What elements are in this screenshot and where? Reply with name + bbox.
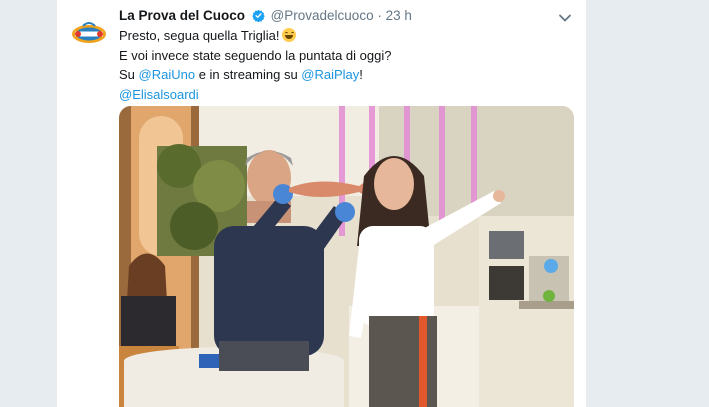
tweet-line-1-text: Presto, segua quella Triglia! [119, 28, 280, 43]
tweet-line-3-middle: e in streaming su [195, 67, 302, 82]
mention-raiuno[interactable]: @RaiUno [139, 67, 196, 82]
chevron-down-icon[interactable] [558, 10, 572, 22]
tweet-media-photo[interactable] [119, 106, 574, 407]
tweet-line-2: E voi invece state seguendo la puntata d… [119, 47, 392, 63]
tweet-card[interactable]: La Prova del Cuoco @Provadelcuoco · 23 h… [56, 0, 587, 407]
tweet-line-1: Presto, segua quella Triglia! [119, 26, 574, 46]
tweet-line-3-suffix: ! [359, 67, 363, 82]
profile-avatar[interactable] [69, 14, 109, 54]
display-name[interactable]: La Prova del Cuoco [119, 8, 245, 23]
tweet-line-3: Su @RaiUno e in streaming su @RaiPlay! [119, 65, 574, 85]
tweet-text: Presto, segua quella Triglia! E voi inve… [119, 26, 574, 104]
grinning-face-icon [282, 28, 297, 42]
mention-raiplay[interactable]: @RaiPlay [301, 67, 359, 82]
tweet-timestamp[interactable]: 23 h [386, 8, 412, 23]
separator-dot: · [377, 8, 382, 23]
mention-elisalsoardi[interactable]: @Elisalsoardi [119, 87, 199, 102]
tweet-header: La Prova del Cuoco @Provadelcuoco · 23 h [119, 6, 574, 26]
prova-del-cuoco-logo [69, 14, 109, 54]
tweet-line-4: @Elisalsoardi [119, 85, 574, 105]
verified-badge-icon [252, 8, 265, 28]
tweet-line-3-prefix: Su [119, 67, 139, 82]
tv-studio-scene [119, 106, 574, 407]
user-handle[interactable]: @Provadelcuoco [271, 8, 374, 23]
